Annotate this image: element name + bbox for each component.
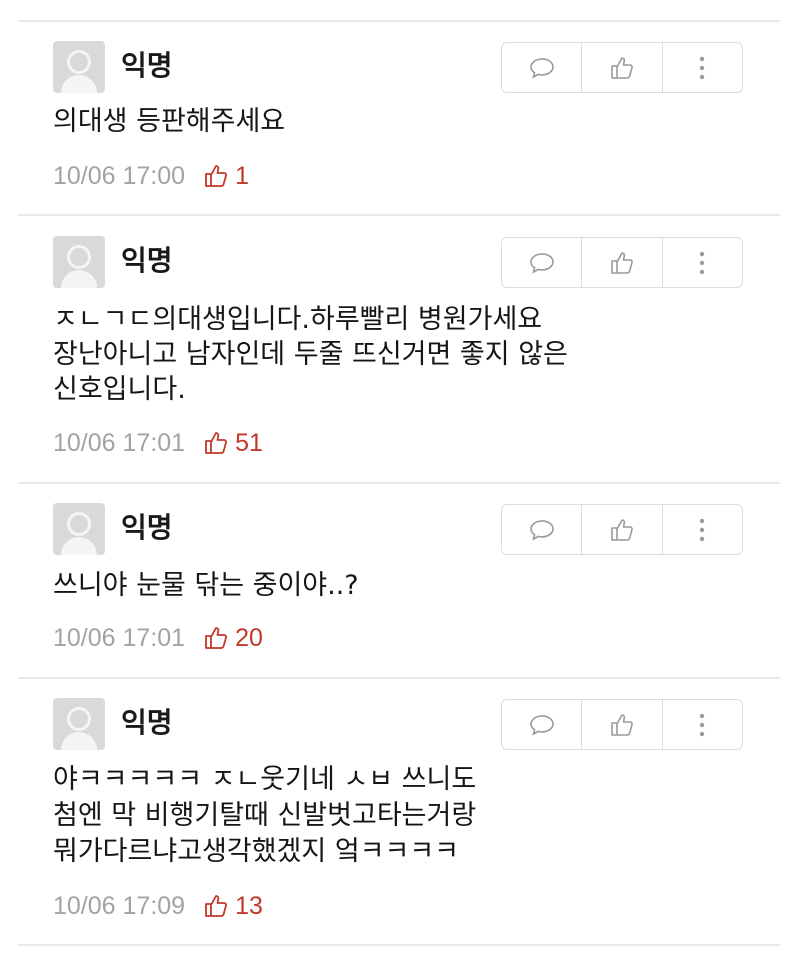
more-button[interactable] xyxy=(663,238,742,287)
like-count: 51 xyxy=(235,429,263,457)
divider xyxy=(18,677,780,679)
reply-button[interactable] xyxy=(502,700,583,749)
thumbs-up-icon xyxy=(205,895,228,917)
comment-actions xyxy=(501,42,743,93)
comment-timestamp: 10/06 17:01 xyxy=(53,429,186,457)
like-count-group[interactable]: 51 xyxy=(203,428,263,458)
thumbs-up-icon xyxy=(611,713,633,736)
like-count: 13 xyxy=(235,892,263,920)
vertical-dots-icon xyxy=(700,713,705,736)
like-count-group[interactable]: 13 xyxy=(203,891,263,921)
more-button[interactable] xyxy=(663,43,742,92)
comment-timestamp: 10/06 17:09 xyxy=(53,892,186,920)
comment-timestamp: 10/06 17:01 xyxy=(53,624,186,652)
avatar xyxy=(53,503,105,555)
thumbs-up-icon xyxy=(205,627,228,649)
like-button[interactable] xyxy=(582,238,663,287)
thumbs-up-icon xyxy=(205,432,228,454)
thumbs-up-icon xyxy=(205,165,228,187)
comment-text: 쓰니야 눈물 닦는 중이야..? xyxy=(53,570,359,601)
vertical-dots-icon xyxy=(700,56,705,79)
thumbs-up-icon xyxy=(611,251,633,274)
comment-actions xyxy=(501,237,743,288)
speech-bubble-icon xyxy=(529,519,554,541)
reply-button[interactable] xyxy=(502,505,583,554)
vertical-dots-icon xyxy=(700,518,705,541)
comment-text: ㅈㄴㄱㄷ의대생입니다.하루빨리 병원가세요 장난아니고 남자인데 두줄 뜨신거면… xyxy=(53,304,568,405)
thumbs-up-icon xyxy=(611,518,633,541)
like-button[interactable] xyxy=(582,505,663,554)
divider-top xyxy=(18,20,780,22)
comment-actions xyxy=(501,699,743,750)
reply-button[interactable] xyxy=(502,238,583,287)
comment-text: 의대생 등판해주세요 xyxy=(53,106,286,137)
vertical-dots-icon xyxy=(700,251,705,274)
comment-timestamp: 10/06 17:00 xyxy=(53,162,186,190)
avatar xyxy=(53,698,105,750)
like-count: 1 xyxy=(235,162,249,190)
comment-meta: 10/06 17:01 20 xyxy=(53,623,263,653)
avatar xyxy=(53,236,105,288)
reply-button[interactable] xyxy=(502,43,583,92)
speech-bubble-icon xyxy=(529,252,554,274)
more-button[interactable] xyxy=(663,700,742,749)
like-button[interactable] xyxy=(582,700,663,749)
comment-meta: 10/06 17:00 1 xyxy=(53,161,249,191)
like-button[interactable] xyxy=(582,43,663,92)
author-name: 익명 xyxy=(121,511,173,544)
author-name: 익명 xyxy=(121,244,173,277)
author-name: 익명 xyxy=(121,49,173,82)
like-count-group[interactable]: 20 xyxy=(203,623,263,653)
more-button[interactable] xyxy=(663,505,742,554)
comment-meta: 10/06 17:01 51 xyxy=(53,428,263,458)
comment-text: 야ㅋㅋㅋㅋㅋ ㅈㄴ웃기네 ㅅㅂ 쓰니도 첨엔 막 비행기탈때 신발벗고타는거랑 … xyxy=(53,764,477,867)
divider xyxy=(18,482,780,484)
like-count: 20 xyxy=(235,624,263,652)
divider xyxy=(18,214,780,216)
speech-bubble-icon xyxy=(529,57,554,79)
comment-actions xyxy=(501,504,743,555)
avatar xyxy=(53,41,105,93)
thumbs-up-icon xyxy=(611,56,633,79)
author-name: 익명 xyxy=(121,706,173,739)
comment-meta: 10/06 17:09 13 xyxy=(53,891,263,921)
divider-bottom xyxy=(18,944,780,946)
like-count-group[interactable]: 1 xyxy=(203,161,249,191)
speech-bubble-icon xyxy=(529,714,554,736)
